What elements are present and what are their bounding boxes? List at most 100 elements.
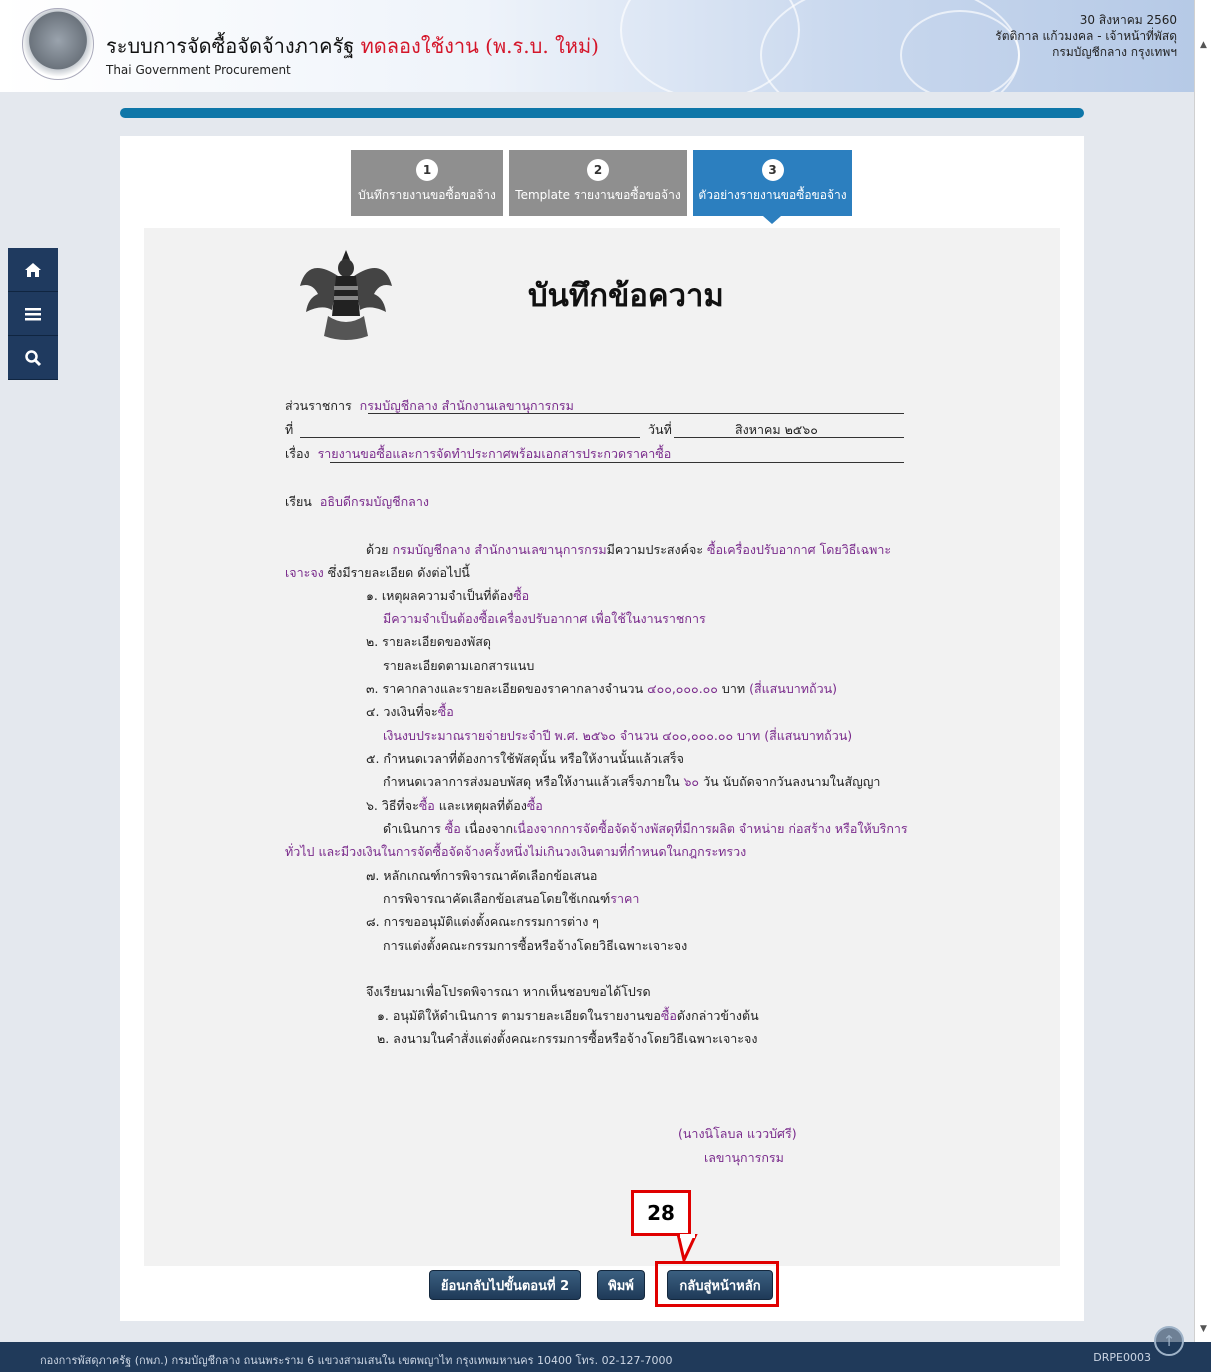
subject-underline xyxy=(330,462,904,463)
item-8-detail: การแต่งตั้งคณะกรรมการซื้อหรือจ้างโดยวิธี… xyxy=(383,938,688,953)
item-6-detail: ดำเนินการ ซื้อ เนื่องจากเนื่องจากการจัดซ… xyxy=(383,819,908,839)
text: ดำเนินการ xyxy=(383,821,441,836)
text: เนื่องจาก xyxy=(464,821,514,836)
step-wizard: 1 บันทึกรายงานขอซื้อขอจ้าง 2 Template รา… xyxy=(351,150,852,224)
user-name: รัตติกาล แก้วมงคล - เจ้าหน้าที่พัสดุ xyxy=(995,29,1177,43)
step-label: Template รายงานขอซื้อขอจ้าง xyxy=(515,188,681,202)
to-row: เรียน อธิบดีกรมบัญชีกลาง xyxy=(285,492,429,512)
text: ซื้อ xyxy=(444,821,461,836)
footer-address: กองการพัสดุภาครัฐ (กพภ.) กรมบัญชีกลาง ถน… xyxy=(40,1354,673,1367)
subject-label: เรื่อง xyxy=(285,446,310,461)
scroll-top-icon[interactable]: ↑ xyxy=(1154,1326,1184,1356)
text: มีความประสงค์จะ xyxy=(606,542,704,557)
item-8: ๘. การขออนุมัติแต่งตั้งคณะกรรมการต่าง ๆ xyxy=(366,914,599,929)
ref-label: ที่ xyxy=(285,422,294,437)
to-value: อธิบดีกรมบัญชีกลาง xyxy=(319,494,429,509)
item-1: ๑. เหตุผลความจำเป็นที่ต้องซื้อ xyxy=(366,586,529,606)
user-dept: กรมบัญชีกลาง กรุงเทพฯ xyxy=(1052,45,1177,59)
item-1-detail: มีความจำเป็นต้องซื้อเครื่องปรับอากาศ เพื… xyxy=(383,611,706,626)
app-title-main: ระบบการจัดซื้อจัดจ้างภาครัฐ xyxy=(106,34,355,58)
scroll-down-icon[interactable]: ▼ xyxy=(1195,1320,1211,1338)
search-icon[interactable] xyxy=(8,336,58,380)
text: ราคา xyxy=(610,891,640,906)
text: วัน นับถัดจากวันลงนามในสัญญา xyxy=(703,774,881,789)
date-underline xyxy=(674,437,904,438)
text: ซื้อ xyxy=(437,704,454,719)
text: บาท xyxy=(721,681,746,696)
body-para-1-cont: เจาะจง ซึ่งมีรายละเอียด ดังต่อไปนี้ xyxy=(285,563,470,583)
progress-bar xyxy=(120,108,1084,118)
item-6: ๖. วิธีที่จะซื้อ และเหตุผลที่ต้องซื้อ xyxy=(366,796,543,816)
home-icon[interactable] xyxy=(8,248,58,292)
text: และเหตุผลที่ต้อง xyxy=(438,798,527,813)
footer: กองการพัสดุภาครัฐ (กพภ.) กรมบัญชีกลาง ถน… xyxy=(0,1342,1211,1372)
annotation-pointer-icon xyxy=(676,1234,698,1262)
amount-words: (สี่แสนบาทถ้วน) xyxy=(749,681,838,696)
item-5-detail: กำหนดเวลาการส่งมอบพัสดุ หรือให้งานแล้วเส… xyxy=(383,772,880,792)
left-toolbar xyxy=(8,248,58,380)
step-1[interactable]: 1 บันทึกรายงานขอซื้อขอจ้าง xyxy=(351,150,503,216)
doc-title: บันทึกข้อความ xyxy=(528,278,724,314)
current-date: 30 สิงหาคม 2560 xyxy=(1079,13,1177,27)
text: ดังกล่าวข้างต้น xyxy=(676,1008,759,1023)
step-number: 2 xyxy=(587,159,609,181)
item-5: ๕. กำหนดเวลาที่ต้องการใช้พัสดุนั้น หรือใ… xyxy=(366,751,685,766)
text: ๔. วงเงินที่จะ xyxy=(366,704,438,719)
app-header: ระบบการจัดซื้อจัดจ้างภาครัฐ ทดลองใช้งาน … xyxy=(0,0,1211,92)
subject-row: เรื่อง รายงานขอซื้อและการจัดทำประกาศพร้อ… xyxy=(285,444,671,464)
ref-underline xyxy=(300,437,640,438)
step-number: 1 xyxy=(416,159,438,181)
user-info: 30 สิงหาคม 2560 รัตติกาล แก้วมงคล - เจ้า… xyxy=(995,12,1177,60)
org-name: กรมบัญชีกลาง สำนักงานเลขานุการกรม xyxy=(392,542,607,557)
annotation-callout: 28 xyxy=(631,1190,691,1236)
text: ๖. วิธีที่จะ xyxy=(366,798,419,813)
closing: จึงเรียนมาเพื่อโปรดพิจารณา หากเห็นชอบขอไ… xyxy=(366,984,651,999)
item-6-detail-cont: ทั่วไป และมีวงเงินในการจัดซื้อจัดจ้างครั… xyxy=(285,844,747,859)
text: ๑. เหตุผลความจำเป็นที่ต้อง xyxy=(366,588,514,603)
subject-value: รายงานขอซื้อและการจัดทำประกาศพร้อมเอกสาร… xyxy=(317,446,672,461)
amount: ๔๐๐,๐๐๐.๐๐ xyxy=(647,681,718,696)
vertical-scrollbar[interactable]: ▲ ▼ xyxy=(1194,0,1211,1342)
item-3: ๓. ราคากลางและรายละเอียดของราคากลางจำนวน… xyxy=(366,679,837,699)
document-preview xyxy=(144,228,1060,1266)
item-2-detail: รายละเอียดตามเอกสารแนบ xyxy=(383,658,535,673)
text: ซื้อ xyxy=(418,798,435,813)
item-2: ๒. รายละเอียดของพัสดุ xyxy=(366,634,491,649)
step-label: ตัวอย่างรายงานขอซื้อขอจ้าง xyxy=(698,188,847,202)
days: ๖๐ xyxy=(683,774,700,789)
item-7: ๗. หลักเกณฑ์การพิจารณาคัดเลือกข้อเสนอ xyxy=(366,868,598,883)
agency-label: ส่วนราชการ xyxy=(285,398,352,413)
closing-1: ๑. อนุมัติให้ดำเนินการ ตามรายละเอียดในรา… xyxy=(377,1006,759,1026)
text: ซึ่งมีรายละเอียด ดังต่อไปนี้ xyxy=(327,565,470,580)
app-title-trial: ทดลองใช้งาน (พ.ร.บ. ใหม่) xyxy=(360,34,599,58)
app-subtitle: Thai Government Procurement xyxy=(106,63,291,77)
item-7-detail: การพิจารณาคัดเลือกข้อเสนอโดยใช้เกณฑ์ราคา xyxy=(383,889,639,909)
text: กำหนดเวลาการส่งมอบพัสดุ หรือให้งานแล้วเส… xyxy=(383,774,680,789)
cgd-logo xyxy=(22,8,94,80)
text: ซื้อ xyxy=(660,1008,677,1023)
back-to-step2-button[interactable]: ย้อนกลับไปขั้นตอนที่ 2 xyxy=(429,1270,581,1300)
step-label: บันทึกรายงานขอซื้อขอจ้าง xyxy=(358,188,496,202)
body-para-1: ด้วย กรมบัญชีกลาง สำนักงานเลขานุการกรมมี… xyxy=(366,540,891,560)
text: ด้วย xyxy=(366,542,389,557)
step-3[interactable]: 3 ตัวอย่างรายงานขอซื้อขอจ้าง xyxy=(693,150,852,224)
method-name: เจาะจง xyxy=(285,565,324,580)
garuda-emblem-icon xyxy=(300,250,392,340)
text: ซื้อ xyxy=(513,588,530,603)
agency-underline xyxy=(368,413,904,414)
print-button[interactable]: พิมพ์ xyxy=(597,1270,645,1300)
closing-2: ๒. ลงนามในคำสั่งแต่งตั้งคณะกรรมการซื้อหร… xyxy=(377,1031,758,1046)
item-4-detail: เงินงบประมาณรายจ่ายประจำปี พ.ศ. ๒๕๖๐ จำน… xyxy=(383,728,853,743)
text: ซื้อ xyxy=(526,798,543,813)
app-title: ระบบการจัดซื้อจัดจ้างภาครัฐ ทดลองใช้งาน … xyxy=(106,30,599,62)
menu-icon[interactable] xyxy=(8,292,58,336)
text: ๑. อนุมัติให้ดำเนินการ ตามรายละเอียดในรา… xyxy=(377,1008,661,1023)
date-label: วันที่ xyxy=(648,422,672,437)
signer-name: (นางนิโลบล แววบัศรี) xyxy=(678,1126,797,1141)
page-code: DRPE0003 xyxy=(1093,1351,1151,1364)
annotation-highlight-box xyxy=(655,1261,779,1307)
scroll-up-icon[interactable]: ▲ xyxy=(1195,36,1211,54)
item-4: ๔. วงเงินที่จะซื้อ xyxy=(366,702,454,722)
to-label: เรียน xyxy=(285,494,312,509)
step-2[interactable]: 2 Template รายงานขอซื้อขอจ้าง xyxy=(509,150,687,216)
